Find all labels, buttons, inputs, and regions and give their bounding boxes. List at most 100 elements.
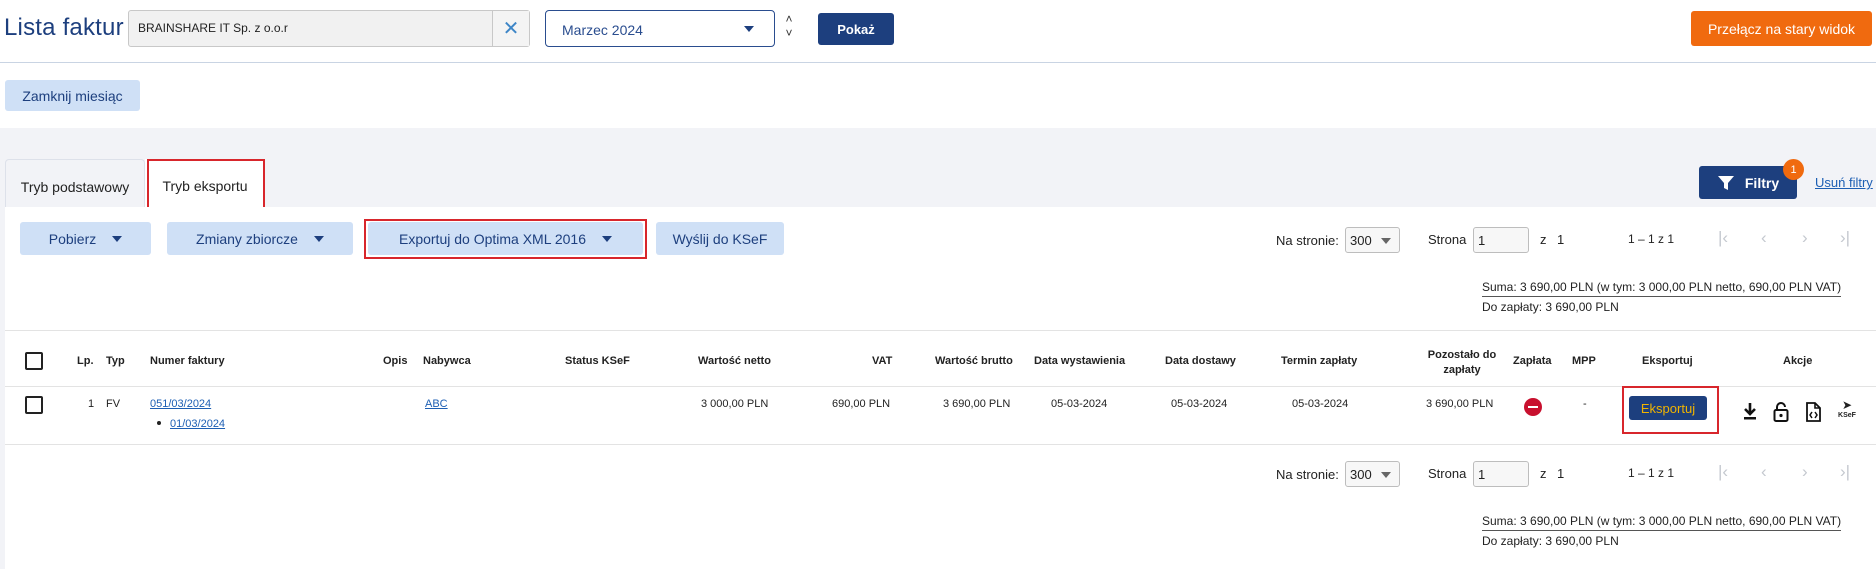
divider bbox=[5, 444, 1876, 445]
header-mpp: MPP bbox=[1572, 355, 1596, 367]
caret-down-icon bbox=[602, 235, 613, 242]
caret-down-icon bbox=[1381, 238, 1391, 244]
header-akcje: Akcje bbox=[1783, 355, 1813, 367]
xml-file-icon[interactable] bbox=[1803, 400, 1823, 424]
bulk-changes-dropdown-button[interactable]: Zmiany zbiorcze bbox=[167, 222, 353, 255]
bulk-changes-label: Zmiany zbiorcze bbox=[196, 230, 298, 247]
tab-basic-mode[interactable]: Tryb podstawowy bbox=[5, 159, 145, 213]
export-optima-dropdown-button[interactable]: Exportuj do Optima XML 2016 bbox=[368, 222, 643, 255]
cell-data-wystawienia: 05-03-2024 bbox=[1051, 398, 1108, 410]
header-nabywca[interactable]: Nabywca bbox=[423, 355, 471, 367]
cell-pozostalo: 3 690,00 PLN bbox=[1426, 398, 1494, 410]
ksef-label: KSeF bbox=[1838, 412, 1856, 419]
summary-total: Suma: 3 690,00 PLN (w tym: 3 000,00 PLN … bbox=[1482, 514, 1842, 531]
per-page-label: Na stronie: bbox=[1276, 233, 1339, 248]
send-arrow-icon: ➤ bbox=[1841, 398, 1853, 412]
month-stepper[interactable]: ˄ ˅ bbox=[782, 12, 796, 48]
of-label: z bbox=[1540, 232, 1547, 247]
divider bbox=[5, 386, 1876, 387]
company-selector[interactable]: BRAINSHARE IT Sp. z o.o.r ✕ bbox=[128, 10, 530, 47]
header-eksportuj: Eksportuj bbox=[1642, 355, 1693, 367]
caret-down-icon bbox=[1381, 472, 1391, 478]
header-zaplata: Zapłata bbox=[1513, 355, 1552, 367]
month-value: Marzec 2024 bbox=[562, 22, 643, 38]
of-label: z bbox=[1540, 466, 1547, 481]
buyer-link[interactable]: ABC bbox=[425, 398, 448, 410]
header-status[interactable]: Status KSeF bbox=[565, 355, 630, 367]
summary-due: Do zapłaty: 3 690,00 PLN bbox=[1482, 534, 1619, 548]
last-page-icon[interactable]: ›| bbox=[1840, 462, 1850, 482]
company-value: BRAINSHARE IT Sp. z o.o.r bbox=[138, 21, 288, 35]
show-button[interactable]: Pokaż bbox=[818, 13, 894, 45]
cell-vat: 690,00 PLN bbox=[832, 398, 891, 410]
header-vat[interactable]: VAT bbox=[872, 355, 892, 367]
filter-icon bbox=[1717, 175, 1734, 190]
page-label: Strona bbox=[1428, 232, 1467, 247]
caret-down-icon bbox=[744, 26, 754, 32]
divider bbox=[5, 330, 1876, 331]
page-value: 1 bbox=[1478, 467, 1486, 482]
summary-bottom: Suma: 3 690,00 PLN (w tym: 3 000,00 PLN … bbox=[1482, 514, 1842, 548]
chevron-up-icon[interactable]: ˄ bbox=[782, 12, 796, 26]
filter-count-badge: 1 bbox=[1783, 159, 1804, 180]
invoice-number-link[interactable]: 051/03/2024 bbox=[150, 398, 211, 410]
download-dropdown-button[interactable]: Pobierz bbox=[20, 222, 151, 255]
per-page-label: Na stronie: bbox=[1276, 467, 1339, 482]
caret-down-icon bbox=[313, 235, 324, 242]
row-checkbox[interactable] bbox=[25, 396, 43, 414]
switch-old-view-button[interactable]: Przełącz na stary widok bbox=[1691, 11, 1872, 46]
lock-icon[interactable] bbox=[1771, 400, 1791, 424]
export-row-button[interactable]: Eksportuj bbox=[1629, 396, 1707, 420]
header-data-dostawy[interactable]: Data dostawy bbox=[1165, 355, 1236, 367]
page-count: 1 bbox=[1557, 466, 1565, 481]
cell-netto: 3 000,00 PLN bbox=[701, 398, 769, 410]
page-label: Strona bbox=[1428, 466, 1467, 481]
per-page-select-bottom[interactable]: 300 bbox=[1345, 461, 1400, 487]
first-page-icon[interactable]: |‹ bbox=[1718, 228, 1728, 248]
cell-termin: 05-03-2024 bbox=[1292, 398, 1349, 410]
first-page-icon[interactable]: |‹ bbox=[1718, 462, 1728, 482]
cell-typ: FV bbox=[106, 398, 121, 410]
export-optima-label: Exportuj do Optima XML 2016 bbox=[398, 230, 587, 247]
header-termin[interactable]: Termin zapłaty bbox=[1281, 355, 1357, 367]
range-label: 1 – 1 z 1 bbox=[1628, 466, 1675, 480]
stop-icon bbox=[1524, 398, 1542, 416]
download-label: Pobierz bbox=[48, 230, 97, 247]
close-icon[interactable]: ✕ bbox=[492, 11, 529, 46]
list-bullet bbox=[157, 421, 161, 425]
close-month-button[interactable]: Zamknij miesiąc bbox=[5, 80, 140, 111]
summary-due: Do zapłaty: 3 690,00 PLN bbox=[1482, 300, 1619, 314]
month-select[interactable]: Marzec 2024 bbox=[545, 10, 775, 47]
page-input-bottom[interactable]: 1 bbox=[1473, 461, 1529, 487]
per-page-value: 300 bbox=[1350, 233, 1372, 248]
tab-export-mode[interactable]: Tryb eksportu bbox=[145, 159, 265, 213]
page-input[interactable]: 1 bbox=[1473, 227, 1529, 253]
prev-page-icon[interactable]: ‹ bbox=[1761, 228, 1767, 248]
header-data-wystawienia[interactable]: Data wystawienia bbox=[1034, 355, 1125, 367]
send-ksef-icon[interactable]: ➤ KSeF bbox=[1836, 399, 1858, 425]
prev-page-icon[interactable]: ‹ bbox=[1761, 462, 1767, 482]
next-page-icon[interactable]: › bbox=[1802, 462, 1808, 482]
last-page-icon[interactable]: ›| bbox=[1840, 228, 1850, 248]
clear-filters-link[interactable]: Usuń filtry bbox=[1815, 175, 1873, 190]
summary-top: Suma: 3 690,00 PLN (w tym: 3 000,00 PLN … bbox=[1482, 280, 1842, 314]
page-count: 1 bbox=[1557, 232, 1565, 247]
summary-total: Suma: 3 690,00 PLN (w tym: 3 000,00 PLN … bbox=[1482, 280, 1842, 297]
send-ksef-button[interactable]: Wyślij do KSeF bbox=[656, 222, 784, 255]
cell-mpp: - bbox=[1583, 398, 1587, 410]
header-numer[interactable]: Numer faktury bbox=[150, 355, 225, 367]
cell-brutto: 3 690,00 PLN bbox=[943, 398, 1011, 410]
chevron-down-icon[interactable]: ˅ bbox=[782, 26, 796, 40]
cell-lp: 1 bbox=[88, 398, 95, 410]
range-label: 1 – 1 z 1 bbox=[1628, 232, 1675, 246]
per-page-select[interactable]: 300 bbox=[1345, 227, 1400, 253]
caret-down-icon bbox=[112, 235, 123, 242]
header-brutto[interactable]: Wartość brutto bbox=[935, 355, 1013, 367]
download-icon[interactable] bbox=[1740, 400, 1760, 424]
header-netto[interactable]: Wartość netto bbox=[698, 355, 771, 367]
next-page-icon[interactable]: › bbox=[1802, 228, 1808, 248]
related-invoice-link[interactable]: 01/03/2024 bbox=[170, 418, 225, 430]
header-pozostalo[interactable]: Pozostało do zapłaty bbox=[1422, 348, 1502, 378]
header-lp: Lp. bbox=[77, 355, 94, 367]
select-all-checkbox[interactable] bbox=[25, 352, 43, 370]
